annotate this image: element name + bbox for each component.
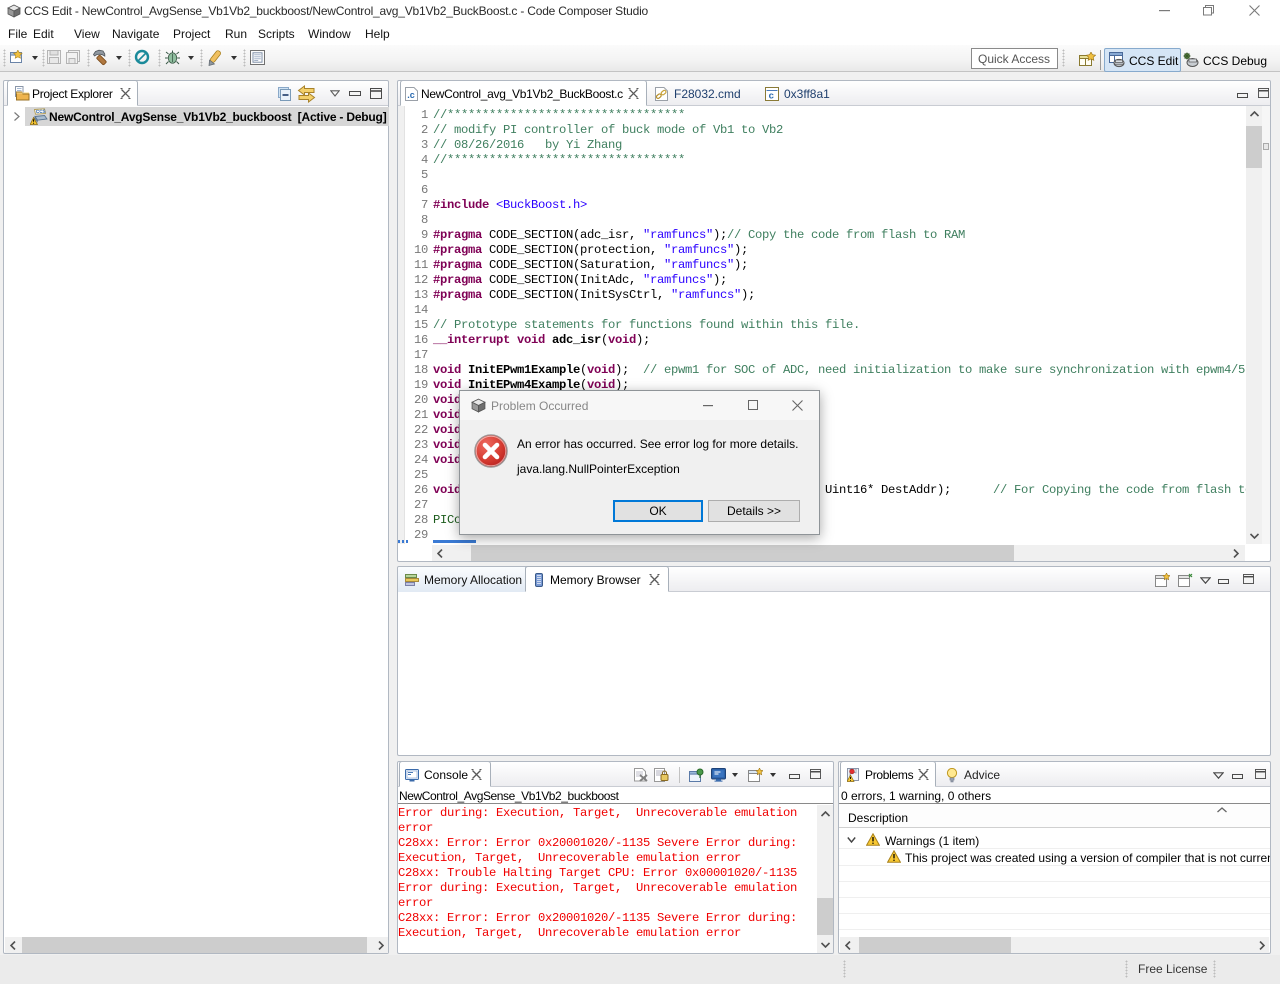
svg-text:c: c (769, 90, 774, 101)
svg-text:.c: .c (407, 90, 415, 100)
svg-text:CCS: CCS (36, 109, 46, 115)
